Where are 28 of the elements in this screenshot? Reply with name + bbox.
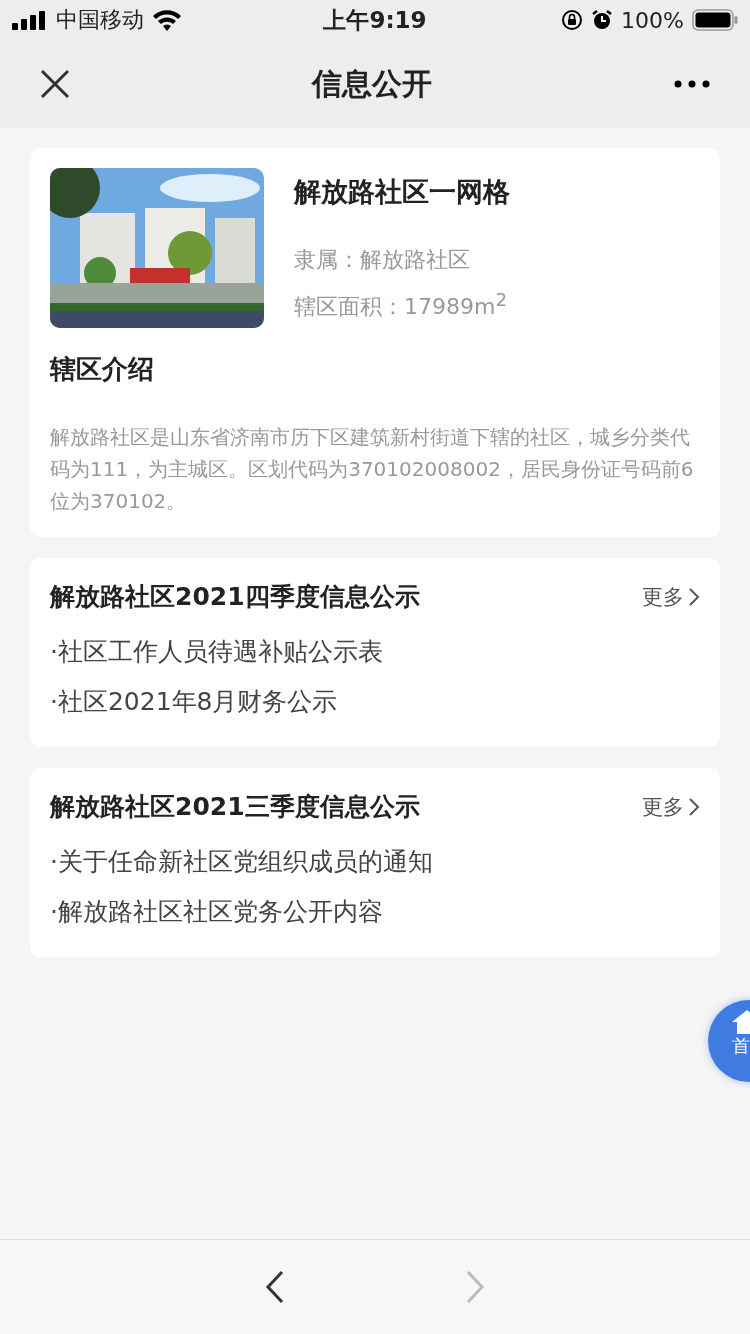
battery-icon — [692, 9, 738, 31]
more-link[interactable]: 更多 — [642, 582, 700, 611]
more-link[interactable]: 更多 — [642, 792, 700, 821]
section-title: 解放路社区2021三季度信息公示 — [50, 791, 420, 823]
notice-item[interactable]: ·解放路社区社区党务公开内容 — [50, 887, 700, 937]
page-title: 信息公开 — [312, 64, 432, 103]
notice-item[interactable]: ·社区2021年8月财务公示 — [50, 677, 700, 727]
signal-icon — [12, 10, 48, 30]
alarm-icon — [591, 9, 614, 31]
rotation-lock-icon — [561, 9, 584, 31]
close-icon[interactable] — [40, 69, 70, 99]
community-name: 解放路社区一网格 — [294, 175, 510, 209]
chevron-icon — [688, 796, 700, 817]
wifi-icon — [152, 9, 182, 31]
battery-percent: 100% — [621, 7, 684, 33]
chevron-icon — [688, 586, 700, 607]
intro-text: 解放路社区是山东省济南市历下区建筑新村街道下辖的社区，城乡分类代码为111，为主城区。区划代码为370102008002，居民身份证号码前6位为370102。 — [50, 424, 695, 515]
home-button[interactable]: 首 — [708, 1000, 750, 1082]
notice-item[interactable]: ·关于任命新社区党组织成员的通知 — [50, 837, 700, 887]
area-text: 辖区面积：17989m$^{2}$ — [294, 288, 509, 322]
back-icon[interactable] — [265, 1270, 285, 1304]
more-icon[interactable] — [674, 80, 710, 88]
affiliation-text: 隶属：解放路社区 — [294, 246, 471, 274]
clock-time: 上午9:19 — [323, 5, 427, 35]
notice-item[interactable]: ·社区工作人员待遇补贴公示表 — [50, 627, 700, 677]
intro-heading: 辖区介绍 — [50, 353, 155, 386]
carrier-name: 中国移动 — [56, 6, 144, 34]
section-title: 解放路社区2021四季度信息公示 — [50, 581, 420, 613]
